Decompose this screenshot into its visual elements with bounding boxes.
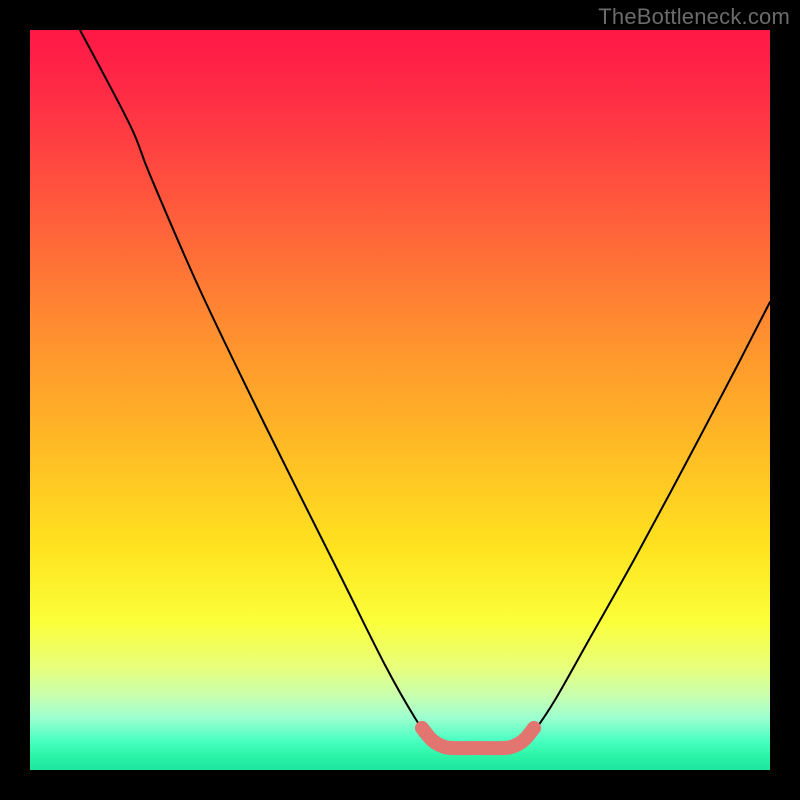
chart-plot-area (30, 30, 770, 770)
watermark-text: TheBottleneck.com (598, 4, 790, 30)
chart-svg (30, 30, 770, 770)
flat-bottom-highlight-path (422, 728, 534, 748)
bottleneck-curve-path (80, 30, 770, 748)
chart-frame: TheBottleneck.com (0, 0, 800, 800)
